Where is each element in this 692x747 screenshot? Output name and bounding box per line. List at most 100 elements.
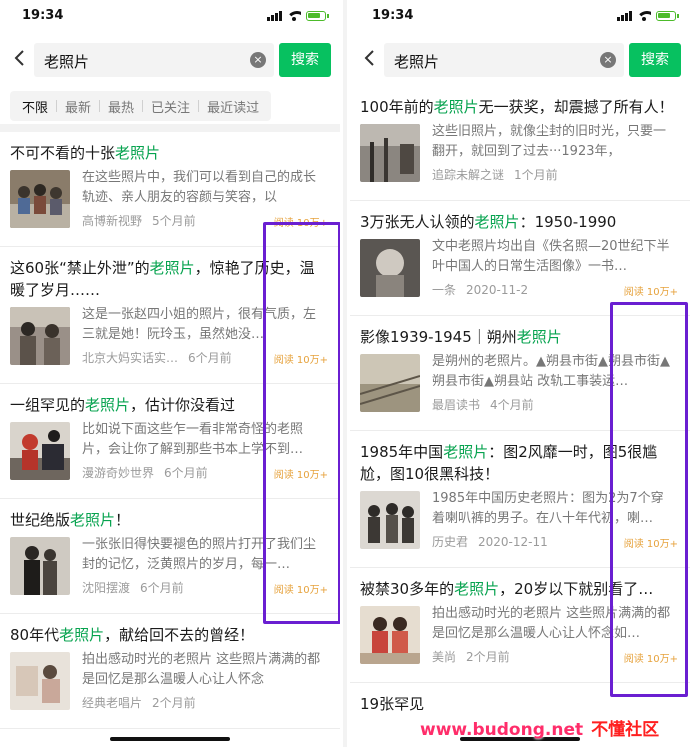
article-thumbnail xyxy=(10,537,70,595)
article-time: 1个月前 xyxy=(514,168,558,182)
signal-icon xyxy=(617,10,632,21)
read-count: 阅读 10万+ xyxy=(273,218,328,229)
article-title: 1985年中国老照片：图2风靡一时，图5很尴尬，图10很黑科技！ xyxy=(360,443,658,483)
list-item[interactable]: 被禁30多年的老照片，20岁以下就别看了… 拍出感动时光的老照片 这些照片满满的… xyxy=(350,568,690,683)
search-button[interactable]: 搜索 xyxy=(629,43,681,77)
filter-tab-followed[interactable]: 已关注 xyxy=(143,97,198,116)
article-time: 6个月前 xyxy=(164,466,208,480)
list-item[interactable]: 一组罕见的老照片，估计你没看过 比如说下面这些乍一看非常奇怪的老照片，会让你了解… xyxy=(0,384,340,499)
article-time: 2个月前 xyxy=(152,696,196,710)
watermark: www.budong.net 不懂社区 xyxy=(420,720,660,740)
article-meta: 最眉读书 4个月前 xyxy=(432,396,534,413)
article-title: 不可不看的十张老照片 xyxy=(10,144,161,162)
article-meta: 高博新视野 5个月前 xyxy=(82,212,196,229)
article-source[interactable]: 北京大妈实话实… xyxy=(82,351,178,365)
read-count: 阅读 10万+ xyxy=(273,355,328,366)
article-meta: 美尚 2个月前 xyxy=(432,648,510,665)
article-meta: 经典老唱片 2个月前 xyxy=(82,694,196,711)
article-excerpt: 是朔州的老照片。▲朔县市街▲朔县市街▲朔县市街▲朔县站 改轨工事装运… xyxy=(432,354,670,389)
filter-tab-recently-read[interactable]: 最近读过 xyxy=(199,97,267,116)
article-thumbnail xyxy=(10,652,70,710)
back-icon[interactable] xyxy=(360,48,380,68)
article-source[interactable]: 追踪未解之谜 xyxy=(432,168,504,182)
list-item[interactable]: 1985年中国老照片：图2风靡一时，图5很尴尬，图10很黑科技！ 1985年中国… xyxy=(350,431,690,568)
list-item[interactable]: 不可不看的十张老照片 在这些照片中，我们可以看到自己的成长轨迹、亲人朋友的容颜与… xyxy=(0,132,340,247)
status-time: 19:34 xyxy=(22,8,64,23)
article-excerpt: 一张张旧得快要褪色的照片打开了我们尘封的记忆，泛黄照片的岁月，每一… xyxy=(82,537,317,572)
article-source[interactable]: 沈阳摆渡 xyxy=(82,581,130,595)
article-excerpt: 这些旧照片，就像尘封的旧时光，只要一翻开，就回到了过去···1923年， xyxy=(432,124,667,159)
article-time: 5个月前 xyxy=(152,214,196,228)
read-count: 阅读 10万+ xyxy=(623,287,678,298)
battery-icon xyxy=(306,10,329,21)
list-item[interactable]: 影像1939-1945｜朔州老照片 是朔州的老照片。▲朔县市街▲朔县市街▲朔县市… xyxy=(350,316,690,431)
article-time: 6个月前 xyxy=(188,351,232,365)
article-excerpt: 比如说下面这些乍一看非常奇怪的老照片，会让你了解到那些书本上学不到… xyxy=(82,422,304,457)
search-input[interactable]: 老照片 × xyxy=(384,43,624,77)
filter-tab-hottest[interactable]: 最热 xyxy=(100,97,142,116)
clear-icon[interactable]: × xyxy=(250,52,266,68)
article-excerpt: 文中老照片均出自《佚名照—20世纪下半叶中国人的日常生活图像》一书… xyxy=(432,239,670,274)
read-count: 阅读 10万+ xyxy=(273,470,328,481)
article-title: 影像1939-1945｜朔州老照片 xyxy=(360,328,562,346)
search-row: 老照片 × 搜索 xyxy=(350,34,690,86)
article-excerpt: 这是一张赵四小姐的照片，很有气质，左三就是她！阮玲玉，虽然她没… xyxy=(82,307,317,342)
article-source[interactable]: 漫游奇妙世界 xyxy=(82,466,154,480)
read-count: 阅读 10万+ xyxy=(273,585,328,596)
article-meta: 漫游奇妙世界 6个月前 xyxy=(82,464,208,481)
search-row: 老照片 × 搜索 xyxy=(0,34,340,86)
article-thumbnail xyxy=(360,491,420,549)
divider xyxy=(343,0,347,747)
read-count: 阅读 10万+ xyxy=(623,654,678,665)
article-excerpt: 1985年中国历史老照片：图为2为7个穿着喇叭裤的男子。在八十年代初，喇… xyxy=(432,491,664,526)
search-button[interactable]: 搜索 xyxy=(279,43,331,77)
filter-tab-all[interactable]: 不限 xyxy=(14,97,56,116)
wifi-icon xyxy=(637,10,651,21)
article-excerpt: 拍出感动时光的老照片 这些照片满满的都是回忆是那么温暖人心让人怀念如… xyxy=(432,606,671,641)
article-time: 6个月前 xyxy=(140,581,184,595)
list-item[interactable]: 80年代老照片，献给回不去的曾经！ 拍出感动时光的老照片 这些照片满满的都是回忆… xyxy=(0,614,340,729)
status-time: 19:34 xyxy=(372,8,414,23)
article-title: 世纪绝版老照片！ xyxy=(10,511,131,529)
article-title: 80年代老照片，献给回不去的曾经！ xyxy=(10,626,255,644)
article-meta: 追踪未解之谜 1个月前 xyxy=(432,166,558,183)
search-input[interactable]: 老照片 × xyxy=(34,43,274,77)
wifi-icon xyxy=(287,10,301,21)
article-title: 被禁30多年的老照片，20岁以下就别看了… xyxy=(360,580,654,598)
status-bar: 19:34 xyxy=(0,0,340,34)
article-thumbnail xyxy=(10,170,70,228)
article-time: 2020-12-11 xyxy=(478,535,548,549)
right-phone-screen: 19:34 老照片 × 搜索 100年前的老照片无一获奖，却震撼了所有人！ 这些… xyxy=(350,0,690,747)
result-list: 100年前的老照片无一获奖，却震撼了所有人！ 这些旧照片，就像尘封的旧时光，只要… xyxy=(350,86,690,715)
article-time: 2020-11-2 xyxy=(466,283,529,297)
back-icon[interactable] xyxy=(10,48,30,68)
article-source[interactable]: 高博新视野 xyxy=(82,214,142,228)
article-excerpt: 拍出感动时光的老照片 这些照片满满的都是回忆是那么温暖人心让人怀念 xyxy=(82,652,321,687)
status-icons xyxy=(617,10,679,21)
article-meta: 北京大妈实话实… 6个月前 xyxy=(82,349,232,366)
article-source[interactable]: 最眉读书 xyxy=(432,398,480,412)
article-title: 这60张“禁止外泄”的老照片，惊艳了历史，温暖了岁月…… xyxy=(10,259,315,299)
article-source[interactable]: 一条 xyxy=(432,283,456,297)
article-title: 100年前的老照片无一获奖，却震撼了所有人！ xyxy=(360,98,674,116)
list-item[interactable]: 世纪绝版老照片！ 一张张旧得快要褪色的照片打开了我们尘封的记忆，泛黄照片的岁月，… xyxy=(0,499,340,614)
article-thumbnail xyxy=(10,307,70,365)
article-time: 2个月前 xyxy=(466,650,510,664)
article-source[interactable]: 历史君 xyxy=(432,535,468,549)
list-item[interactable]: 100年前的老照片无一获奖，却震撼了所有人！ 这些旧照片，就像尘封的旧时光，只要… xyxy=(350,86,690,201)
clear-icon[interactable]: × xyxy=(600,52,616,68)
filter-tab-latest[interactable]: 最新 xyxy=(57,97,99,116)
article-title: 3万张无人认领的老照片：1950-1990 xyxy=(360,213,617,231)
search-input-value: 老照片 xyxy=(394,53,440,71)
article-excerpt: 在这些照片中，我们可以看到自己的成长轨迹、亲人朋友的容颜与笑容，以 xyxy=(82,170,317,205)
list-item[interactable]: 3万张无人认领的老照片：1950-1990 文中老照片均出自《佚名照—20世纪下… xyxy=(350,201,690,316)
status-bar: 19:34 xyxy=(350,0,690,34)
article-thumbnail xyxy=(360,606,420,664)
article-source[interactable]: 美尚 xyxy=(432,650,456,664)
list-item[interactable]: 这60张“禁止外泄”的老照片，惊艳了历史，温暖了岁月…… 这是一张赵四小姐的照片… xyxy=(0,247,340,384)
signal-icon xyxy=(267,10,282,21)
list-item[interactable]: 19张罕见 xyxy=(350,683,690,715)
filter-bar: 不限 最新 最热 已关注 最近读过 xyxy=(10,91,272,121)
article-source[interactable]: 经典老唱片 xyxy=(82,696,142,710)
article-meta: 历史君 2020-12-11 xyxy=(432,533,548,550)
